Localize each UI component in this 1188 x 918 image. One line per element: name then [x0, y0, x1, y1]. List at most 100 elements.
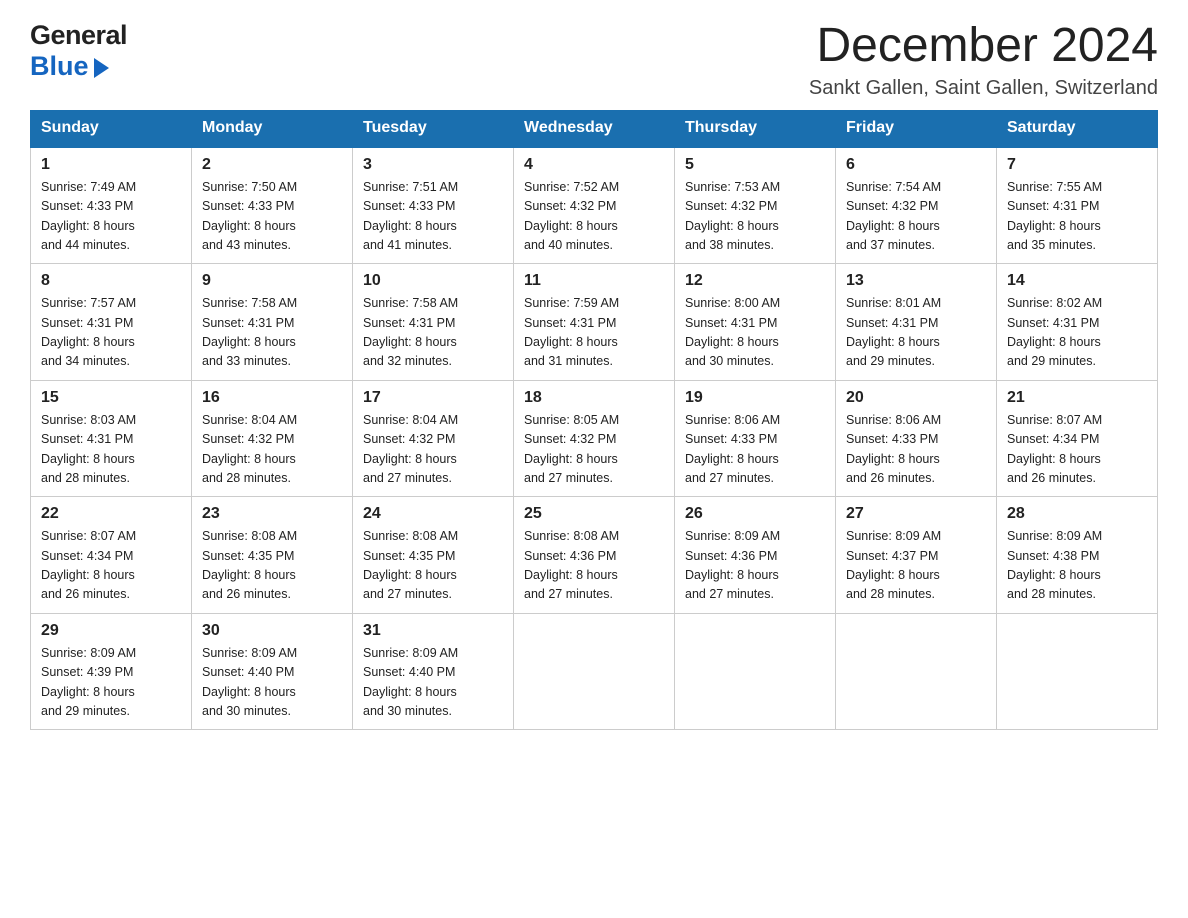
calendar-week-row: 8Sunrise: 7:57 AMSunset: 4:31 PMDaylight…	[31, 264, 1158, 381]
day-number: 26	[685, 505, 825, 523]
day-info: Sunrise: 8:06 AMSunset: 4:33 PMDaylight:…	[846, 411, 986, 489]
day-info: Sunrise: 8:09 AMSunset: 4:39 PMDaylight:…	[41, 644, 181, 722]
logo-blue-text: Blue	[30, 51, 89, 82]
logo-blue-line: Blue	[30, 51, 109, 82]
calendar-cell: 7 Sunrise: 7:55 AMSunset: 4:31 PMDaylight…	[997, 146, 1158, 264]
month-title: December 2024	[809, 20, 1158, 73]
calendar-cell: 12Sunrise: 8:00 AMSunset: 4:31 PMDayligh…	[675, 264, 836, 381]
calendar-cell: 21 Sunrise: 8:07 AMSunset: 4:34 PMDayligh…	[997, 380, 1158, 497]
day-number: 5	[685, 156, 825, 174]
day-number: 7	[1007, 156, 1147, 174]
day-number: 4	[524, 156, 664, 174]
day-info: Sunrise: 8:09 AMSunset: 4:38 PMDaylight:…	[1007, 527, 1147, 605]
calendar-week-row: 1 Sunrise: 7:49 AMSunset: 4:33 PMDaylight…	[31, 146, 1158, 264]
calendar-cell: 4 Sunrise: 7:52 AMSunset: 4:32 PMDaylight…	[514, 146, 675, 264]
calendar-week-row: 15 Sunrise: 8:03 AMSunset: 4:31 PMDayligh…	[31, 380, 1158, 497]
day-info: Sunrise: 7:50 AMSunset: 4:33 PMDaylight:…	[202, 178, 342, 256]
day-info: Sunrise: 8:04 AMSunset: 4:32 PMDaylight:…	[363, 411, 503, 489]
calendar-cell: 6 Sunrise: 7:54 AMSunset: 4:32 PMDaylight…	[836, 146, 997, 264]
calendar-cell: 20Sunrise: 8:06 AMSunset: 4:33 PMDayligh…	[836, 380, 997, 497]
day-number: 15	[41, 389, 181, 407]
calendar-cell: 27 Sunrise: 8:09 AMSunset: 4:37 PMDayligh…	[836, 497, 997, 614]
header-saturday: Saturday	[997, 110, 1158, 146]
calendar-cell: 5 Sunrise: 7:53 AMSunset: 4:32 PMDaylight…	[675, 146, 836, 264]
day-info: Sunrise: 8:09 AMSunset: 4:40 PMDaylight:…	[202, 644, 342, 722]
day-info: Sunrise: 8:07 AMSunset: 4:34 PMDaylight:…	[1007, 411, 1147, 489]
day-info: Sunrise: 8:09 AMSunset: 4:37 PMDaylight:…	[846, 527, 986, 605]
header-friday: Friday	[836, 110, 997, 146]
day-info: Sunrise: 8:08 AMSunset: 4:35 PMDaylight:…	[202, 527, 342, 605]
calendar-cell: 3Sunrise: 7:51 AMSunset: 4:33 PMDaylight…	[353, 146, 514, 264]
day-info: Sunrise: 7:51 AMSunset: 4:33 PMDaylight:…	[363, 178, 503, 256]
day-number: 21	[1007, 389, 1147, 407]
calendar-cell: 13 Sunrise: 8:01 AMSunset: 4:31 PMDayligh…	[836, 264, 997, 381]
calendar-cell: 18Sunrise: 8:05 AMSunset: 4:32 PMDayligh…	[514, 380, 675, 497]
calendar-cell	[675, 613, 836, 730]
day-number: 30	[202, 622, 342, 640]
day-info: Sunrise: 7:58 AMSunset: 4:31 PMDaylight:…	[363, 294, 503, 372]
calendar-cell: 16 Sunrise: 8:04 AMSunset: 4:32 PMDayligh…	[192, 380, 353, 497]
day-info: Sunrise: 7:55 AMSunset: 4:31 PMDaylight:…	[1007, 178, 1147, 256]
calendar-cell: 26 Sunrise: 8:09 AMSunset: 4:36 PMDayligh…	[675, 497, 836, 614]
day-number: 9	[202, 272, 342, 290]
day-info: Sunrise: 7:54 AMSunset: 4:32 PMDaylight:…	[846, 178, 986, 256]
day-number: 22	[41, 505, 181, 523]
calendar-week-row: 29 Sunrise: 8:09 AMSunset: 4:39 PMDayligh…	[31, 613, 1158, 730]
day-number: 13	[846, 272, 986, 290]
day-number: 19	[685, 389, 825, 407]
header-wednesday: Wednesday	[514, 110, 675, 146]
calendar-cell: 8Sunrise: 7:57 AMSunset: 4:31 PMDaylight…	[31, 264, 192, 381]
day-number: 6	[846, 156, 986, 174]
day-number: 11	[524, 272, 664, 290]
day-number: 10	[363, 272, 503, 290]
calendar-cell	[997, 613, 1158, 730]
day-number: 8	[41, 272, 181, 290]
header-thursday: Thursday	[675, 110, 836, 146]
header-sunday: Sunday	[31, 110, 192, 146]
calendar-cell: 1 Sunrise: 7:49 AMSunset: 4:33 PMDaylight…	[31, 146, 192, 264]
calendar-cell: 25Sunrise: 8:08 AMSunset: 4:36 PMDayligh…	[514, 497, 675, 614]
day-info: Sunrise: 7:49 AMSunset: 4:33 PMDaylight:…	[41, 178, 181, 256]
title-area: December 2024 Sankt Gallen, Saint Gallen…	[809, 20, 1158, 100]
location-subtitle: Sankt Gallen, Saint Gallen, Switzerland	[809, 77, 1158, 100]
day-number: 31	[363, 622, 503, 640]
weekday-header-row: Sunday Monday Tuesday Wednesday Thursday…	[31, 110, 1158, 146]
header-monday: Monday	[192, 110, 353, 146]
day-info: Sunrise: 7:53 AMSunset: 4:32 PMDaylight:…	[685, 178, 825, 256]
calendar-table: Sunday Monday Tuesday Wednesday Thursday…	[30, 110, 1158, 731]
day-info: Sunrise: 8:04 AMSunset: 4:32 PMDaylight:…	[202, 411, 342, 489]
day-number: 16	[202, 389, 342, 407]
day-number: 28	[1007, 505, 1147, 523]
day-number: 27	[846, 505, 986, 523]
day-info: Sunrise: 7:58 AMSunset: 4:31 PMDaylight:…	[202, 294, 342, 372]
calendar-cell: 19 Sunrise: 8:06 AMSunset: 4:33 PMDayligh…	[675, 380, 836, 497]
calendar-cell: 31Sunrise: 8:09 AMSunset: 4:40 PMDayligh…	[353, 613, 514, 730]
day-number: 1	[41, 156, 181, 174]
header-tuesday: Tuesday	[353, 110, 514, 146]
day-number: 23	[202, 505, 342, 523]
day-number: 17	[363, 389, 503, 407]
calendar-header: Sunday Monday Tuesday Wednesday Thursday…	[31, 110, 1158, 146]
calendar-cell: 9 Sunrise: 7:58 AMSunset: 4:31 PMDaylight…	[192, 264, 353, 381]
day-info: Sunrise: 8:06 AMSunset: 4:33 PMDaylight:…	[685, 411, 825, 489]
calendar-cell: 24Sunrise: 8:08 AMSunset: 4:35 PMDayligh…	[353, 497, 514, 614]
calendar-cell: 28 Sunrise: 8:09 AMSunset: 4:38 PMDayligh…	[997, 497, 1158, 614]
calendar-cell: 14 Sunrise: 8:02 AMSunset: 4:31 PMDayligh…	[997, 264, 1158, 381]
day-info: Sunrise: 7:52 AMSunset: 4:32 PMDaylight:…	[524, 178, 664, 256]
day-info: Sunrise: 8:03 AMSunset: 4:31 PMDaylight:…	[41, 411, 181, 489]
day-number: 14	[1007, 272, 1147, 290]
day-info: Sunrise: 8:02 AMSunset: 4:31 PMDaylight:…	[1007, 294, 1147, 372]
calendar-cell: 11Sunrise: 7:59 AMSunset: 4:31 PMDayligh…	[514, 264, 675, 381]
calendar-cell: 22Sunrise: 8:07 AMSunset: 4:34 PMDayligh…	[31, 497, 192, 614]
day-info: Sunrise: 8:00 AMSunset: 4:31 PMDaylight:…	[685, 294, 825, 372]
day-number: 2	[202, 156, 342, 174]
calendar-cell: 29 Sunrise: 8:09 AMSunset: 4:39 PMDayligh…	[31, 613, 192, 730]
logo: General Blue	[30, 20, 127, 82]
calendar-cell	[514, 613, 675, 730]
day-number: 29	[41, 622, 181, 640]
calendar-cell: 10 Sunrise: 7:58 AMSunset: 4:31 PMDayligh…	[353, 264, 514, 381]
page-header: General Blue December 2024 Sankt Gallen,…	[30, 20, 1158, 100]
calendar-cell: 17 Sunrise: 8:04 AMSunset: 4:32 PMDayligh…	[353, 380, 514, 497]
day-info: Sunrise: 8:09 AMSunset: 4:36 PMDaylight:…	[685, 527, 825, 605]
day-info: Sunrise: 8:01 AMSunset: 4:31 PMDaylight:…	[846, 294, 986, 372]
